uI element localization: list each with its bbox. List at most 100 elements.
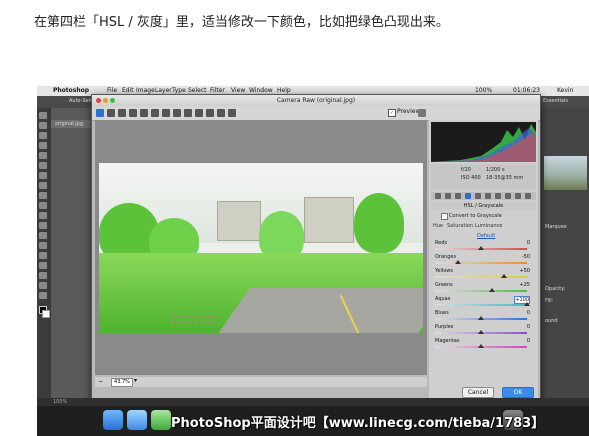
- slider-label: Magentas: [435, 338, 460, 344]
- menu-photoshop[interactable]: Photoshop: [53, 86, 89, 96]
- lens-panel-icon[interactable]: [485, 193, 491, 199]
- slider-thumb[interactable]: [524, 302, 530, 306]
- default-link[interactable]: Default: [477, 233, 495, 239]
- zoom-bar: − 43.7% ▾: [95, 377, 427, 387]
- rotate-icon[interactable]: [228, 109, 236, 117]
- basic-panel-icon[interactable]: [435, 193, 441, 199]
- marquee-tool-icon[interactable]: [39, 122, 47, 129]
- menubar-user[interactable]: Kevin: [557, 86, 573, 96]
- camera-calibration-panel-icon[interactable]: [505, 193, 511, 199]
- history-brush-tool-icon[interactable]: [39, 202, 47, 209]
- workspace-label[interactable]: Essentials: [543, 98, 568, 104]
- slider-thumb[interactable]: [501, 274, 507, 278]
- path-select-tool-icon[interactable]: [39, 262, 47, 269]
- slider-track[interactable]: [435, 304, 527, 306]
- tab-hue[interactable]: Hue: [433, 223, 443, 229]
- effects-panel-icon[interactable]: [495, 193, 501, 199]
- split-toning-panel-icon[interactable]: [475, 193, 481, 199]
- lasso-tool-icon[interactable]: [39, 132, 47, 139]
- shape-tool-icon[interactable]: [39, 272, 47, 279]
- red-eye-tool-icon[interactable]: [184, 109, 192, 117]
- crop-tool-icon[interactable]: [39, 152, 47, 159]
- adjustment-brush-icon[interactable]: [195, 109, 203, 117]
- fullscreen-icon[interactable]: [418, 109, 426, 117]
- minimize-icon[interactable]: [103, 98, 108, 103]
- targeted-adjustment-tool-icon[interactable]: [140, 109, 148, 117]
- preview-label: Preview: [397, 108, 421, 115]
- slider-label: Aquas: [435, 296, 451, 302]
- zoom-window-icon[interactable]: [110, 98, 115, 103]
- zoom-tool-icon[interactable]: [39, 292, 47, 299]
- hsl-panel-icon[interactable]: [465, 193, 471, 199]
- slider-value-field[interactable]: -50: [516, 254, 530, 260]
- ok-button[interactable]: OK: [502, 387, 534, 398]
- slider-value-field[interactable]: +50: [516, 268, 530, 274]
- cancel-button[interactable]: Cancel: [462, 387, 494, 398]
- tone-curve-panel-icon[interactable]: [445, 193, 451, 199]
- slider-value-field[interactable]: 0: [516, 240, 530, 246]
- eyedropper-tool-icon[interactable]: [39, 162, 47, 169]
- slider-row-oranges: Oranges -50: [435, 254, 532, 268]
- slider-thumb[interactable]: [478, 330, 484, 334]
- messages-icon[interactable]: [151, 410, 171, 430]
- slider-value-field[interactable]: 0: [516, 338, 530, 344]
- slider-thumb[interactable]: [478, 246, 484, 250]
- camera-raw-dialog: Camera Raw (original.jpg) ✓ Preview − 43…: [91, 94, 541, 402]
- crop-tool-icon[interactable]: [151, 109, 159, 117]
- snapshots-panel-icon[interactable]: [525, 193, 531, 199]
- straighten-tool-icon[interactable]: [162, 109, 170, 117]
- slider-value-field[interactable]: 0: [516, 324, 530, 330]
- zoom-dropdown-icon[interactable]: ▾: [134, 377, 137, 384]
- slider-thumb[interactable]: [478, 344, 484, 348]
- pen-tool-icon[interactable]: [39, 242, 47, 249]
- hand-tool-icon[interactable]: [39, 282, 47, 289]
- preview-photo: [99, 163, 423, 333]
- slider-value-field[interactable]: 0: [516, 310, 530, 316]
- opacity-label: Opacity:: [545, 286, 566, 292]
- move-tool-icon[interactable]: [39, 112, 47, 119]
- zoom-out-icon[interactable]: −: [98, 378, 103, 385]
- graduated-filter-icon[interactable]: [206, 109, 214, 117]
- slider-label: Purples: [435, 324, 454, 330]
- tab-saturation[interactable]: Saturation: [447, 223, 473, 229]
- background-layer-label[interactable]: ound: [545, 318, 558, 324]
- zoom-tool-icon[interactable]: [96, 109, 104, 117]
- color-sampler-tool-icon[interactable]: [129, 109, 137, 117]
- convert-grayscale-checkbox[interactable]: [441, 213, 448, 220]
- slider-thumb[interactable]: [478, 316, 484, 320]
- healing-tool-icon[interactable]: [39, 172, 47, 179]
- eraser-tool-icon[interactable]: [39, 212, 47, 219]
- background-color-swatch[interactable]: [42, 310, 50, 318]
- white-balance-tool-icon[interactable]: [118, 109, 126, 117]
- slider-value-field[interactable]: +25: [516, 282, 530, 288]
- auto-select-option[interactable]: Auto-Sele: [69, 98, 93, 104]
- gradient-tool-icon[interactable]: [39, 222, 47, 229]
- slider-track[interactable]: [435, 290, 527, 292]
- slider-track[interactable]: [435, 276, 527, 278]
- tab-luminance[interactable]: Luminance: [475, 223, 502, 229]
- slider-track[interactable]: [435, 262, 527, 264]
- presets-panel-icon[interactable]: [515, 193, 521, 199]
- zoom-level-field[interactable]: 43.7%: [111, 378, 133, 387]
- radial-filter-icon[interactable]: [217, 109, 225, 117]
- dodge-tool-icon[interactable]: [39, 232, 47, 239]
- hand-tool-icon[interactable]: [107, 109, 115, 117]
- panel-label-marquee: Marquee: [545, 224, 567, 230]
- finder-icon[interactable]: [103, 410, 123, 430]
- type-tool-icon[interactable]: [39, 252, 47, 259]
- close-icon[interactable]: [96, 98, 101, 103]
- detail-panel-icon[interactable]: [455, 193, 461, 199]
- dialog-title: Camera Raw (original.jpg): [276, 97, 356, 104]
- slider-thumb[interactable]: [455, 260, 461, 264]
- panel-tab-strip: [431, 192, 536, 200]
- preview-canvas[interactable]: [95, 120, 427, 375]
- brush-tool-icon[interactable]: [39, 182, 47, 189]
- stamp-tool-icon[interactable]: [39, 192, 47, 199]
- spot-removal-tool-icon[interactable]: [173, 109, 181, 117]
- watermark-text: PhotoShop平面设计吧【www.linecg.com/tieba/1783…: [171, 416, 545, 431]
- hsl-panel-title: HSL / Grayscale: [431, 202, 536, 210]
- preview-checkbox[interactable]: ✓: [388, 109, 396, 117]
- slider-thumb[interactable]: [489, 288, 496, 292]
- safari-icon[interactable]: [127, 410, 147, 430]
- magic-wand-tool-icon[interactable]: [39, 142, 47, 149]
